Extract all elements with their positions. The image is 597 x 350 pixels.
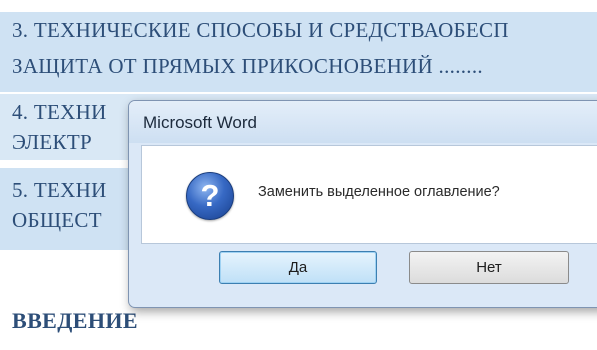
intro-heading: ВВЕДЕНИЕ (12, 308, 138, 333)
toc-entry-4-line2: ЭЛЕКТР (12, 130, 92, 154)
dialog-content: ? Заменить выделенное оглавление? (141, 145, 597, 244)
toc-entry-3-line2: ЗАЩИТА ОТ ПРЯМЫХ ПРИКОСНОВЕНИЙ ........ (12, 54, 483, 78)
question-icon: ? (186, 172, 234, 220)
toc-entry-3[interactable]: 3. ТЕХНИЧЕСКИЕ СПОСОБЫ И СРЕДСТВАОБЕСП З… (0, 12, 597, 92)
replace-toc-dialog: Microsoft Word ? Заменить выделенное огл… (128, 100, 597, 308)
yes-button[interactable]: Да (219, 251, 377, 284)
toc-entry-3-line1: 3. ТЕХНИЧЕСКИЕ СПОСОБЫ И СРЕДСТВАОБЕСП (12, 18, 509, 42)
dialog-title: Microsoft Word (143, 113, 257, 132)
dialog-titlebar[interactable]: Microsoft Word (129, 101, 597, 143)
dialog-message: Заменить выделенное оглавление? (258, 184, 500, 200)
toc-entry-5-line2: ОБЩЕСТ (12, 208, 102, 232)
toc-entry-4-line1: 4. ТЕХНИ (12, 100, 107, 124)
no-button[interactable]: Нет (409, 251, 569, 284)
toc-entry-5-line1: 5. ТЕХНИ (12, 178, 107, 202)
